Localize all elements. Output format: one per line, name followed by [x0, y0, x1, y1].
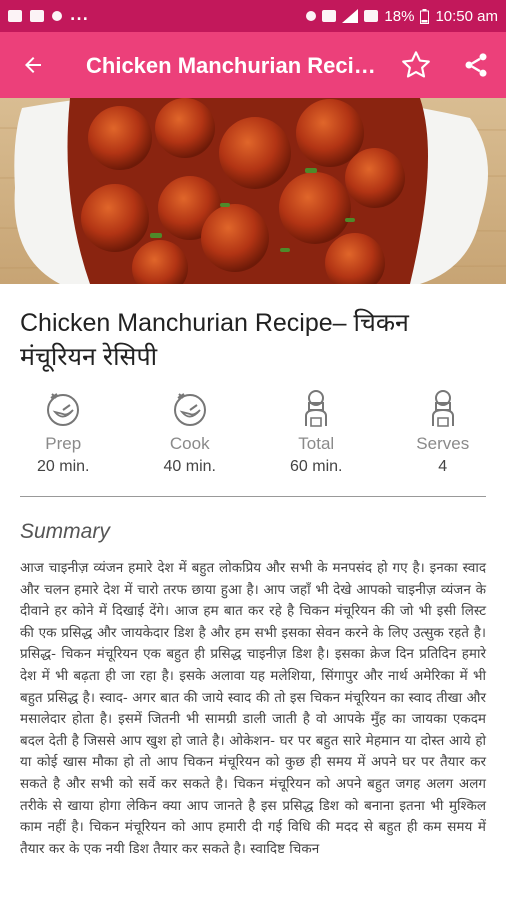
stat-value: 60 min. [290, 458, 343, 475]
share-button[interactable] [446, 32, 506, 98]
clock: 10:50 am [435, 7, 498, 25]
message-notification-icon [30, 10, 44, 22]
stat-label: Cook [169, 434, 210, 453]
signal-icon [342, 9, 359, 23]
alarm-icon [306, 11, 317, 21]
share-icon [465, 53, 487, 77]
timer-icon [47, 393, 80, 426]
chef-icon [305, 390, 328, 427]
stat-value: 40 min. [163, 458, 216, 475]
favorite-button[interactable] [386, 32, 446, 98]
stat-value: 20 min. [37, 458, 90, 475]
stat-label: Total [298, 434, 335, 453]
image-notification-icon [8, 10, 22, 22]
arrow-left-icon [25, 57, 41, 73]
nfc-icon [322, 10, 337, 22]
app-notification-icon [52, 11, 62, 21]
recipe-content: Chicken Manchurian Recipe– चिकन मंचूरियन… [0, 284, 506, 900]
chef-icon [431, 390, 454, 427]
stat-value: 4 [438, 458, 448, 475]
stat-cook: Cook 40 min. [127, 388, 254, 480]
divider [20, 496, 486, 497]
battery-percent: 18% [384, 7, 415, 25]
stat-label: Prep [45, 434, 82, 453]
recipe-stats: Prep 20 min. Cook 40 min. Total 60 min. [0, 388, 506, 480]
app-bar: Chicken Manchurian Recipe– चिकन मंचूरियन… [0, 32, 506, 98]
battery-icon [420, 8, 430, 24]
stat-serves: Serves 4 [380, 388, 506, 480]
star-outline-icon [402, 51, 430, 78]
system-icons: 18% 10:50 am [306, 8, 498, 25]
more-notifications-icon: ... [70, 8, 89, 24]
stat-prep: Prep 20 min. [0, 388, 127, 480]
app-bar-title: Chicken Manchurian Recipe– चिकन मंचूरियन… [86, 53, 376, 78]
status-bar: ... 18% 10:50 am [0, 0, 506, 32]
back-button[interactable] [0, 32, 66, 98]
summary-heading: Summary [20, 520, 110, 543]
chicken-manchurian-photo [0, 98, 506, 284]
stat-label: Serves [416, 434, 470, 453]
timer-icon [173, 393, 206, 426]
summary-text: आज चाइनीज़ व्यंजन हमारे देश में बहुत लोक… [20, 560, 486, 857]
notification-icons: ... [8, 8, 89, 24]
no-sim-icon [364, 10, 379, 22]
app-bar-actions [386, 32, 506, 98]
stat-total: Total 60 min. [253, 388, 380, 480]
hero-image [0, 98, 506, 284]
recipe-title: Chicken Manchurian Recipe– चिकन मंचूरियन… [20, 309, 409, 371]
